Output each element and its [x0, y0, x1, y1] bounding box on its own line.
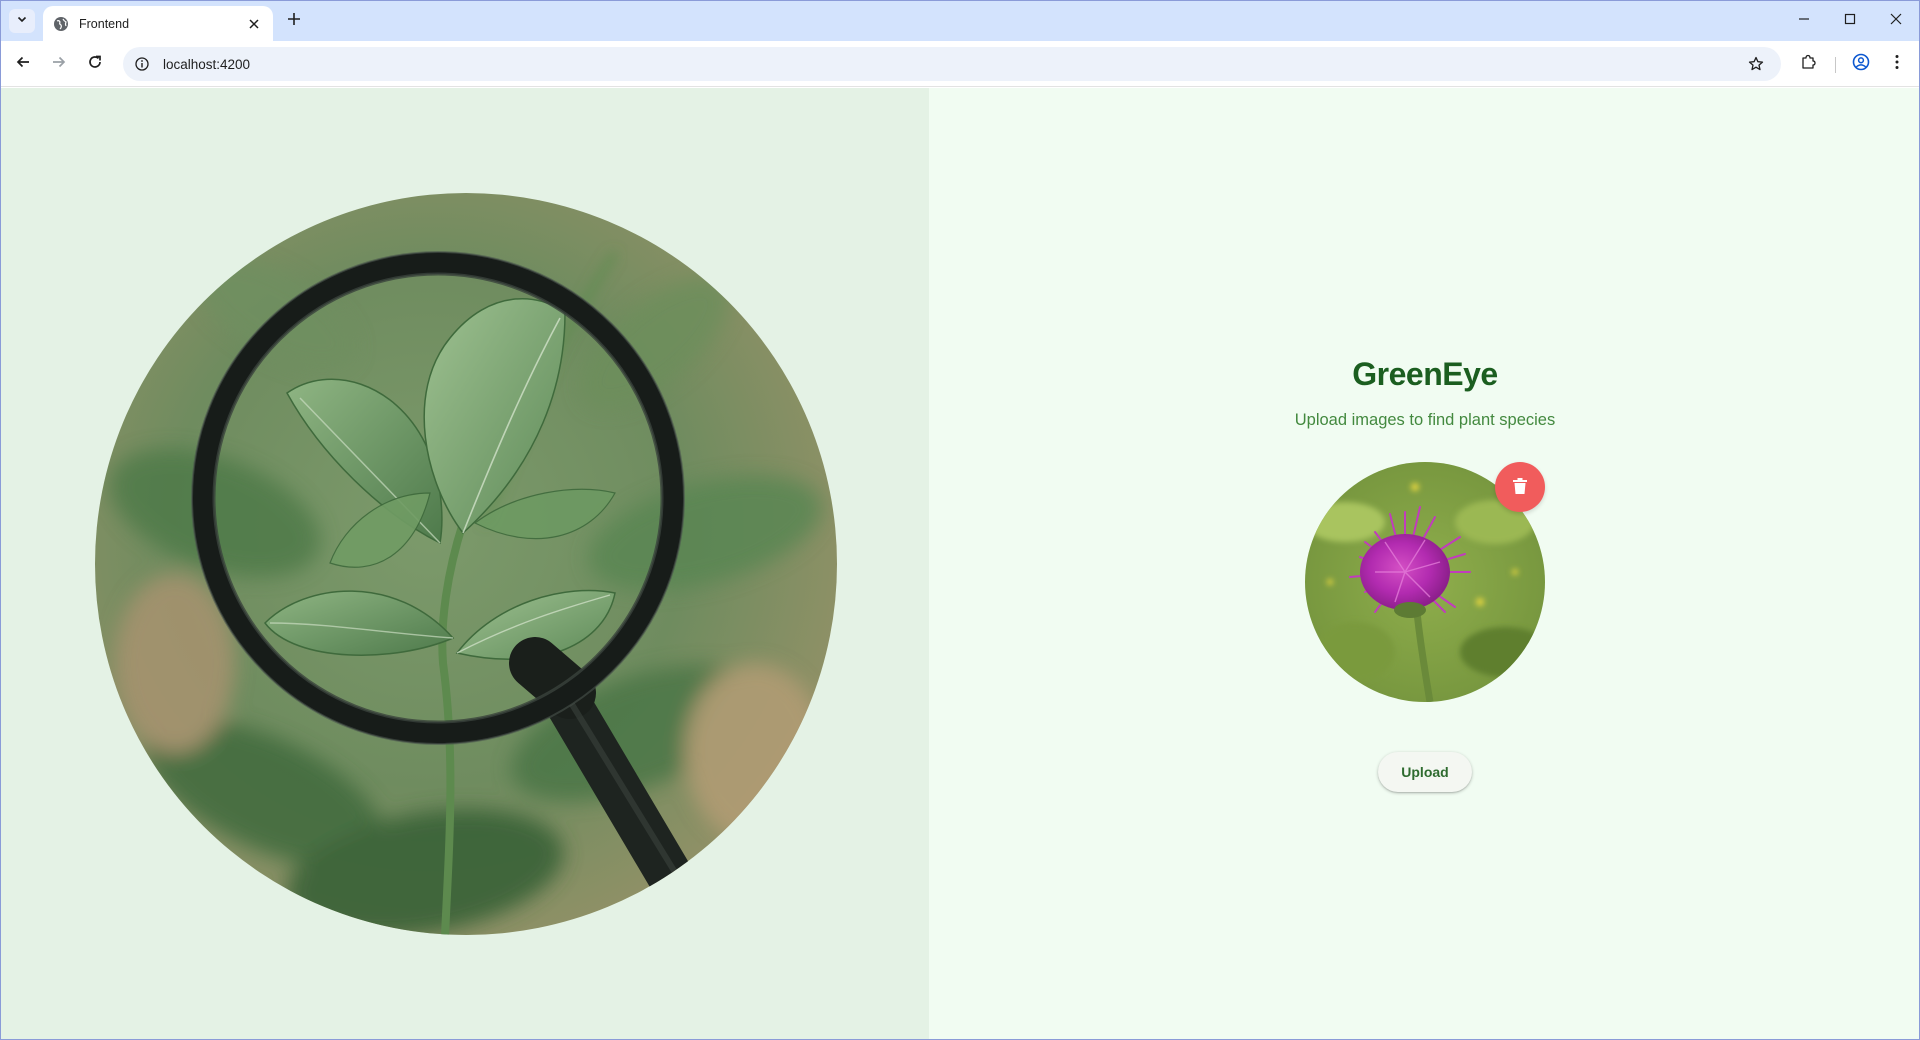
close-icon[interactable]	[245, 15, 263, 33]
browser-tab[interactable]: Frontend	[43, 6, 273, 41]
new-tab-button[interactable]	[283, 10, 305, 32]
menu-button[interactable]	[1883, 50, 1911, 78]
maximize-button[interactable]	[1827, 1, 1873, 41]
chevron-down-icon	[16, 12, 28, 30]
back-button[interactable]	[9, 50, 37, 78]
reload-button[interactable]	[81, 50, 109, 78]
arrow-left-icon	[15, 54, 31, 75]
close-icon	[1890, 12, 1902, 30]
minimize-icon	[1798, 12, 1810, 30]
browser-window: Frontend localhost:4200 GreenEye Upload …	[0, 0, 1920, 1040]
maximize-icon	[1844, 12, 1856, 30]
info-icon[interactable]	[133, 55, 151, 73]
url-text[interactable]: localhost:4200	[163, 57, 1745, 72]
image-preview	[1305, 462, 1545, 702]
plus-icon	[287, 12, 301, 31]
kebab-menu-icon	[1895, 54, 1899, 75]
upload-panel: GreenEye Upload images to find plant spe…	[929, 88, 1919, 1039]
app-title: GreenEye	[1352, 356, 1498, 392]
toolbar-divider	[1835, 57, 1836, 73]
account-icon	[1852, 53, 1870, 76]
tab-search-button[interactable]	[9, 9, 35, 33]
app-subtitle: Upload images to find plant species	[1294, 411, 1556, 429]
hero-panel	[1, 88, 929, 1039]
puzzle-icon	[1800, 54, 1816, 75]
hero-image	[95, 193, 837, 935]
profile-button[interactable]	[1847, 50, 1875, 78]
browser-toolbar: localhost:4200	[1, 41, 1919, 87]
reload-icon	[87, 54, 103, 75]
forward-button[interactable]	[45, 50, 73, 78]
arrow-right-icon	[51, 54, 67, 75]
close-window-button[interactable]	[1873, 1, 1919, 41]
star-icon[interactable]	[1745, 53, 1767, 75]
upload-button[interactable]: Upload	[1378, 752, 1472, 792]
tab-title: Frontend	[79, 16, 130, 31]
extensions-button[interactable]	[1794, 50, 1822, 78]
trash-icon	[1512, 477, 1528, 498]
address-bar[interactable]: localhost:4200	[123, 47, 1781, 81]
delete-image-button[interactable]	[1495, 462, 1545, 512]
minimize-button[interactable]	[1781, 1, 1827, 41]
tab-strip: Frontend	[1, 1, 1919, 41]
app-page: GreenEye Upload images to find plant spe…	[1, 88, 1919, 1039]
globe-icon	[53, 16, 69, 32]
window-controls	[1781, 1, 1919, 41]
